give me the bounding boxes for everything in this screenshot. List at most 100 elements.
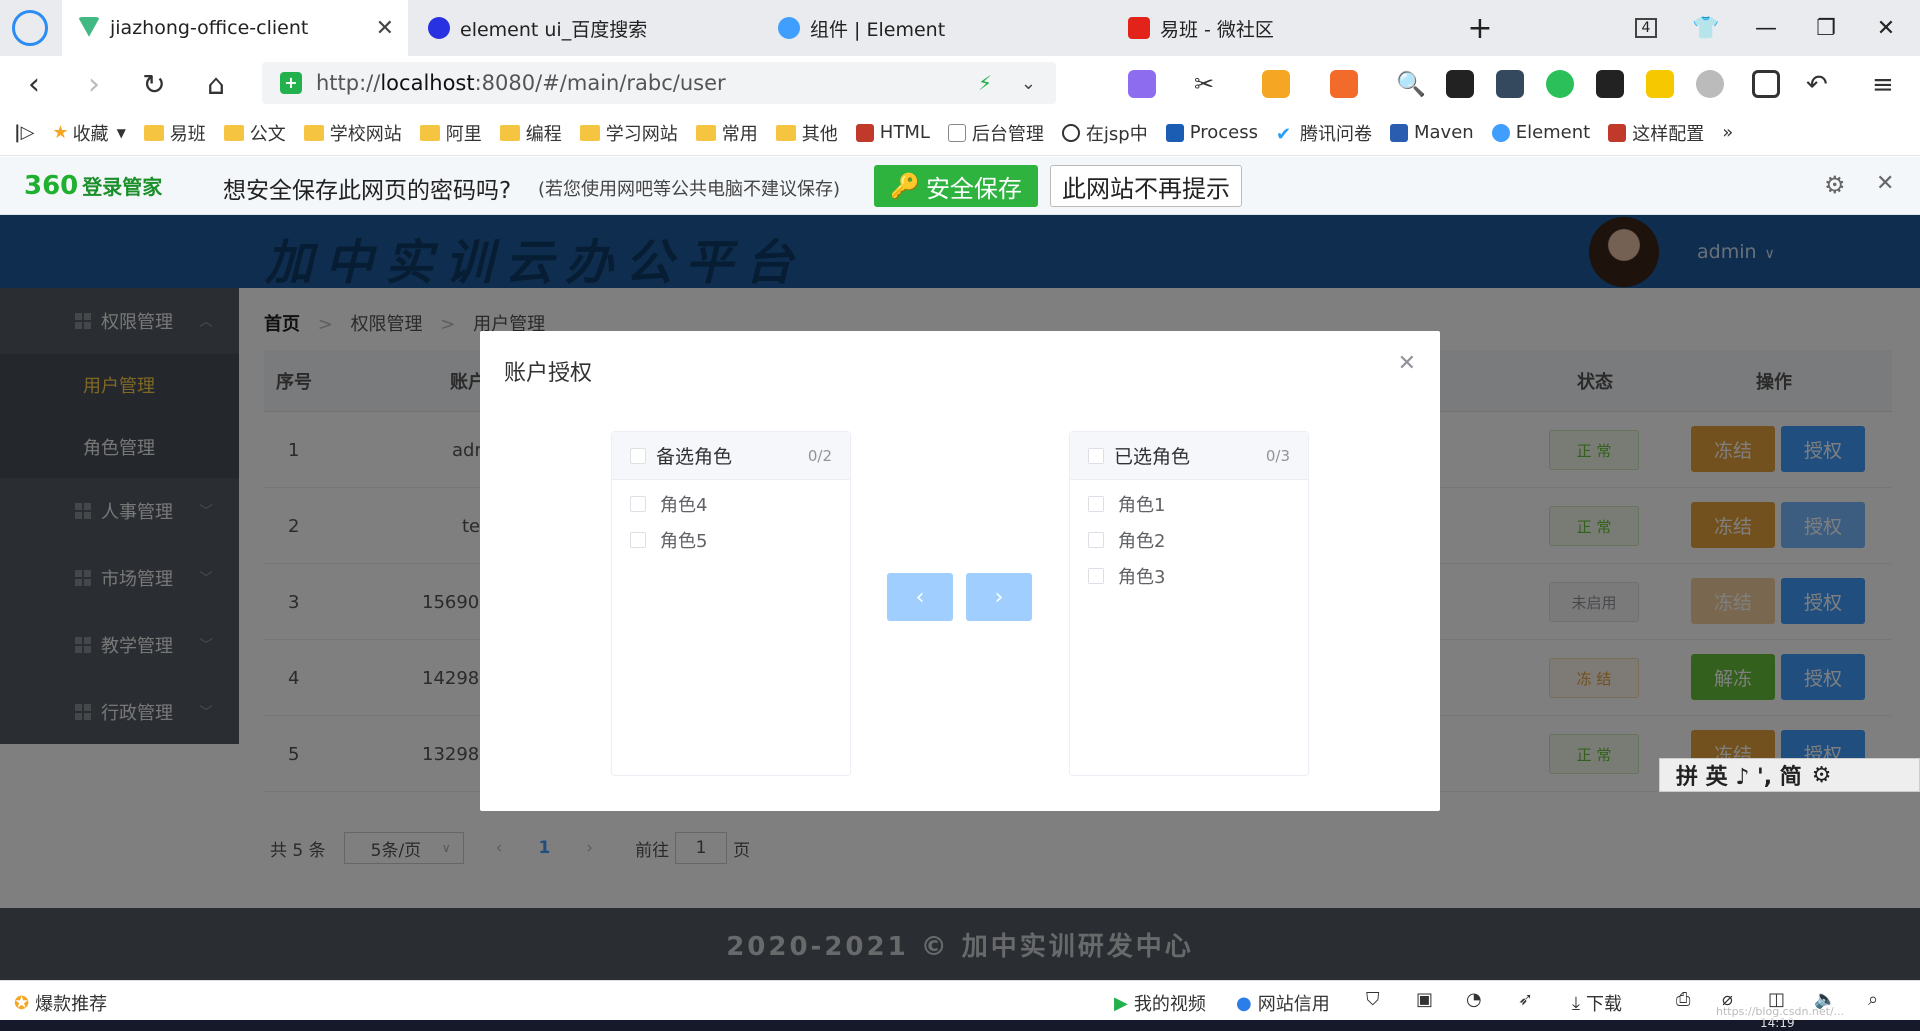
vue-icon [78,17,100,37]
lightning-icon[interactable]: ⚡ [978,71,992,95]
more-bookmarks-button[interactable]: » [1722,122,1733,143]
folder-icon [499,124,520,141]
bookmark-folder[interactable]: 编程 [499,120,562,146]
tab-jiazhong[interactable]: jiazhong-office-client ✕ [62,0,408,56]
scissors-icon[interactable]: ✂ [1194,70,1222,98]
url-text: http://localhost:8080/#/main/rabc/user [316,71,726,95]
move-left-button[interactable]: ‹ [887,573,953,621]
bookmark-maven[interactable]: Maven [1390,122,1474,143]
url-bar[interactable]: + http://localhost:8080/#/main/rabc/user… [262,62,1056,104]
gear-icon[interactable]: ⚙ [1812,763,1832,788]
bookmark-config[interactable]: 这样配置 [1608,120,1704,146]
link-icon [1061,123,1080,142]
sidebar-toggle-icon[interactable]: |▷ [14,122,34,143]
key-icon: 🔑 [890,172,920,200]
never-prompt-button[interactable]: 此网站不再提示 [1050,165,1242,207]
amazon-icon[interactable] [1446,70,1474,98]
panel-count: 0/3 [1265,446,1290,465]
wallet-icon[interactable] [1262,70,1290,98]
password-save-hint: (若您使用网吧等公共电脑不建议保存) [538,179,841,200]
bookmark-html[interactable]: HTML [855,122,930,143]
tab-baidu[interactable]: element ui_百度搜索 [412,0,758,56]
role-checkbox[interactable] [1088,496,1104,512]
translate-icon[interactable] [1128,70,1156,98]
bookmark-admin[interactable]: 后台管理 [947,120,1044,146]
recommend-link[interactable]: ✪ 爆款推荐 [14,990,107,1016]
bookmark-element[interactable]: Element [1491,122,1590,143]
reload-button[interactable]: ↻ [134,64,174,104]
browser-tab-bar: jiazhong-office-client ✕ element ui_百度搜索… [0,0,1920,56]
tab-yiban[interactable]: 易班 - 微社区 [1112,0,1458,56]
shirt-icon[interactable]: 👕 [1678,0,1734,56]
bookmark-jsp[interactable]: 在jsp中 [1061,120,1148,146]
print-icon[interactable]: ⎙ [1676,989,1690,1010]
bookmark-folder[interactable]: 易班 [143,120,206,146]
select-all-checkbox[interactable] [630,447,646,464]
password-manager-bar: 360 登录管家 想安全保存此网页的密码吗? (若您使用网吧等公共电脑不建议保存)… [0,157,1920,215]
close-tab-icon[interactable]: ✕ [376,16,394,41]
html-icon [855,123,874,142]
bookmark-folder[interactable]: 常用 [695,120,758,146]
forward-button[interactable]: › [74,64,114,104]
element-icon [1491,123,1510,142]
shield-icon[interactable]: ⛉ [1366,989,1380,1010]
image-icon[interactable]: ▣ [1416,989,1433,1010]
folder-icon [223,124,244,141]
role-option[interactable]: 角色4 [612,486,850,522]
close-window-button[interactable]: ✕ [1858,0,1914,56]
speed-icon[interactable]: ◔ [1466,989,1482,1010]
secure-save-button[interactable]: 🔑 安全保存 [874,165,1038,207]
role-checkbox[interactable] [630,496,646,512]
menu-icon[interactable]: ≡ [1872,70,1900,100]
undo-icon[interactable]: ↶ [1806,70,1834,100]
role-checkbox[interactable] [1088,532,1104,548]
tab-count-button[interactable]: 4 [1618,0,1674,56]
chat-icon[interactable] [1546,70,1574,98]
browser-logo-icon[interactable] [12,10,48,46]
bookmark-folder[interactable]: 其他 [775,120,838,146]
panel-title: 已选角色 [1114,446,1191,468]
zoom-icon[interactable]: ⌕ [1868,989,1878,1010]
role-option[interactable]: 角色2 [1070,522,1308,558]
selected-roles-panel: 已选角色 0/3 角色1 角色2 角色3 [1069,431,1309,776]
select-all-checkbox[interactable] [1088,447,1104,464]
bookmark-folder[interactable]: 公文 [223,120,286,146]
back-button[interactable]: ‹ [14,64,54,104]
role-checkbox[interactable] [1088,568,1104,584]
rocket-icon[interactable]: ➶ [1518,989,1533,1010]
role-option[interactable]: 角色1 [1070,486,1308,522]
download-icon: ⤓ [1572,992,1580,1014]
ime-toolbar[interactable]: 拼 英 ♪ ', 简 ⚙ [1659,758,1920,792]
my-video-link[interactable]: ▶ 我的视频 [1114,990,1206,1016]
tab-element[interactable]: 组件 | Element [762,0,1108,56]
download-link[interactable]: ⤓ 下载 [1572,990,1622,1016]
bookmark-process[interactable]: Process [1165,122,1258,143]
bookmark-folder[interactable]: 学校网站 [303,120,402,146]
role-checkbox[interactable] [630,532,646,548]
gear-icon[interactable]: ⚙ [1824,171,1846,199]
restore-button[interactable]: ❐ [1798,0,1854,56]
move-right-button[interactable]: › [966,573,1032,621]
site-credit-link[interactable]: ● 网站信用 [1236,990,1330,1016]
role-option[interactable]: 角色5 [612,522,850,558]
bookmark-favorites[interactable]: ★ 收藏 ▼ [52,120,125,146]
search-icon[interactable]: 🔍 [1396,70,1426,98]
baidu-paw-icon [428,17,450,39]
cheetah-icon[interactable] [1646,70,1674,98]
bookmark-folder[interactable]: 阿里 [419,120,482,146]
new-tab-button[interactable]: + [1452,0,1508,56]
cloud-icon[interactable] [1696,70,1724,98]
game-icon[interactable] [1330,70,1358,98]
close-icon[interactable]: ✕ [1876,171,1894,196]
role-option[interactable]: 角色3 [1070,558,1308,594]
close-icon[interactable]: ✕ [1398,351,1416,376]
chevron-down-icon[interactable]: ⌄ [1021,73,1036,94]
bookmark-folder[interactable]: 学习网站 [579,120,678,146]
bookmark-tencent[interactable]: ✔ 腾讯问卷 [1276,120,1372,146]
apps-grid-icon[interactable] [1752,70,1780,98]
minimize-button[interactable]: — [1738,0,1794,56]
secure-shield-icon: + [280,72,302,94]
home-button[interactable]: ⌂ [196,64,236,104]
vuetools-icon[interactable] [1496,70,1524,98]
headphone-icon[interactable] [1596,70,1624,98]
